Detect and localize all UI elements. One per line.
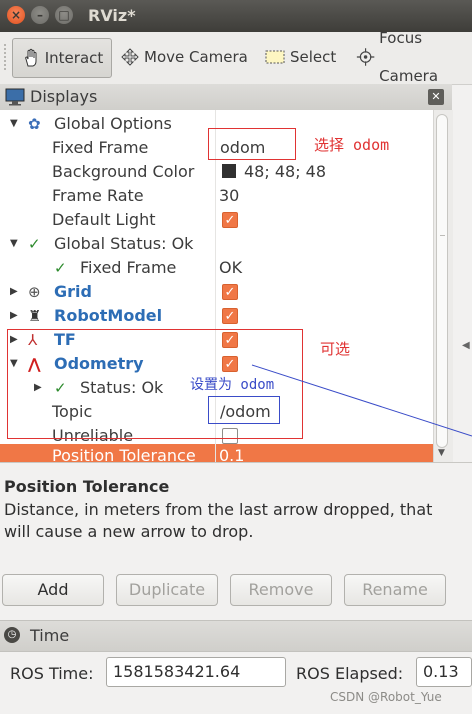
ros-time-field[interactable]: 1581583421.64: [106, 657, 286, 687]
property-description-panel: Position Tolerance Distance, in meters f…: [0, 462, 472, 569]
remove-button[interactable]: Remove: [230, 574, 332, 606]
description-title: Position Tolerance: [4, 477, 170, 496]
add-button[interactable]: Add: [2, 574, 104, 606]
ros-elapsed-field[interactable]: 0.13: [416, 657, 472, 687]
ros-elapsed-label: ROS Elapsed:: [296, 664, 404, 683]
description-text: Distance, in meters from the last arrow …: [4, 500, 433, 541]
clock-icon: ◷: [4, 627, 20, 643]
annotation-arrow-line: [251, 364, 472, 437]
time-panel-header: ◷ Time: [0, 620, 472, 652]
watermark: CSDN @Robot_Yue: [330, 690, 442, 704]
rename-button[interactable]: Rename: [344, 574, 446, 606]
ros-time-label: ROS Time:: [10, 664, 94, 683]
time-title: Time: [30, 626, 70, 645]
duplicate-button[interactable]: Duplicate: [116, 574, 218, 606]
